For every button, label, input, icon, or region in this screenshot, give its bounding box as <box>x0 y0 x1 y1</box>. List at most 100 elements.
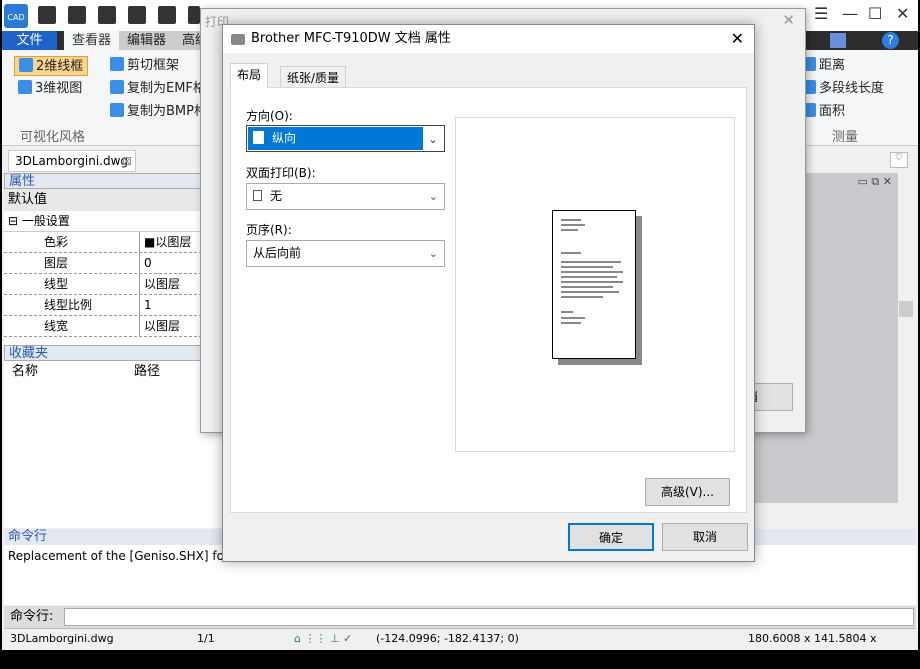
document-tab-label: 3DLamborgini.dwg <box>15 154 129 168</box>
property-row[interactable]: 线型比例 1 <box>4 295 222 316</box>
label: 面积 <box>819 104 846 119</box>
label: 3维视图 <box>35 81 83 96</box>
duplex-select[interactable]: 无 ⌄ <box>246 183 445 210</box>
distance-button[interactable]: 距离 <box>802 56 845 76</box>
column-path[interactable]: 路径 <box>128 361 160 383</box>
tab-editor[interactable]: 编辑器 <box>119 31 175 50</box>
pdf-icon[interactable] <box>128 6 146 24</box>
page-order-value: 从后向前 <box>253 246 302 260</box>
properties-panel: 属性 默认值 ⊟ 一般设置 色彩 ■以图层 图层 0 线型 以图层 线型比例 1 线宽以… <box>4 173 222 528</box>
property-row[interactable]: 色彩 ■以图层 <box>4 232 222 253</box>
polyline-length-button[interactable]: 多段线长度 <box>802 79 884 99</box>
section-general[interactable]: ⊟ 一般设置 <box>4 211 222 232</box>
dialog-title-bar: Brother MFC-T910DW 文档 属性 ✕ <box>223 25 754 53</box>
chevron-down-icon: ⌄ <box>428 247 438 260</box>
label: 剪切框架 <box>127 58 180 73</box>
label: 复制为BMP格 <box>127 104 207 119</box>
default-values-select[interactable]: 默认值 <box>4 189 222 211</box>
undo-icon[interactable] <box>188 6 200 24</box>
property-value: 以图层 <box>144 277 181 291</box>
properties-header: 属性 <box>4 173 222 189</box>
tab-paper-quality[interactable]: 纸张/质量 <box>280 66 347 88</box>
property-value: ■以图层 <box>144 235 192 249</box>
command-label: 命令行: <box>10 609 54 624</box>
3d-view-button[interactable]: 3维视图 <box>18 79 82 99</box>
status-file: 3DLamborgini.dwg <box>10 632 114 645</box>
open-folder-icon[interactable] <box>68 6 86 24</box>
property-row[interactable]: 线型 以图层 <box>4 274 222 295</box>
label: 复制为EMF格 <box>127 81 206 96</box>
favorites-columns: 名称 路径 <box>4 361 222 383</box>
clip-frame-button[interactable]: 剪切框架 <box>110 56 179 76</box>
help-icon[interactable]: ? <box>882 32 899 49</box>
save-icon[interactable] <box>98 6 116 24</box>
tab-file[interactable]: 文件 <box>2 31 57 50</box>
orientation-select[interactable]: 纵向 ⌄ <box>246 125 445 152</box>
ok-button[interactable]: 确定 <box>568 523 654 551</box>
minimize-button[interactable]: — <box>842 4 858 23</box>
page-order-select[interactable]: 从后向前 ⌄ <box>246 240 445 267</box>
orientation-value: 纵向 <box>272 131 297 145</box>
command-input-row: 命令行: <box>4 606 916 628</box>
page-preview <box>455 117 735 452</box>
cancel-button[interactable]: 取消 <box>662 523 748 551</box>
label: 多段线长度 <box>819 81 885 96</box>
vertical-scrollbar[interactable] <box>898 173 914 520</box>
property-key: 线型比例 <box>4 295 140 315</box>
portrait-icon <box>253 131 264 144</box>
property-key: 图层 <box>4 253 140 273</box>
group-label-measure: 测量 <box>832 130 859 145</box>
property-row[interactable]: 线宽 以图层 <box>4 316 222 337</box>
status-coords: (-124.0996; -182.4137; 0) <box>376 632 519 645</box>
close-tab-icon[interactable]: ⊠ <box>122 151 132 171</box>
chevron-down-icon: ⌄ <box>423 127 443 150</box>
column-name[interactable]: 名称 <box>4 361 128 383</box>
orientation-label: 方向(O): <box>246 109 293 123</box>
copy-bmp-button[interactable]: 复制为BMP格 <box>110 102 207 122</box>
maximize-button[interactable]: ☐ <box>868 4 882 23</box>
advanced-button[interactable]: 高级(V)... <box>645 478 730 506</box>
2d-wireframe-button[interactable]: 2维线框 <box>14 56 89 76</box>
tab-viewer[interactable]: 查看器 <box>64 31 120 50</box>
label: 距离 <box>819 58 846 73</box>
label: 2维线框 <box>36 59 84 74</box>
property-key: 线宽 <box>4 316 140 336</box>
edit-icon[interactable] <box>830 33 846 48</box>
status-size: 180.6008 x 141.5804 x 173.8424 <box>748 632 877 665</box>
status-page: 1/1 <box>197 632 215 645</box>
snap-icons[interactable]: ⌂ ⋮⋮ ⊥ ✓ <box>294 629 352 649</box>
property-value: 0 <box>144 256 152 270</box>
preview-page <box>552 210 636 359</box>
favorites-header: 收藏夹 <box>4 345 222 361</box>
status-bar: 3DLamborgini.dwg 1/1 ⌂ ⋮⋮ ⊥ ✓ (-124.0996… <box>4 628 916 665</box>
section-label: 一般设置 <box>21 214 70 228</box>
close-button[interactable]: ✕ <box>896 4 909 23</box>
new-file-icon[interactable] <box>38 6 56 24</box>
dialog-title: Brother MFC-T910DW 文档 属性 <box>251 31 451 46</box>
chevron-down-icon: ⌄ <box>428 190 438 203</box>
printer-icon <box>231 34 245 45</box>
printer-properties-dialog: Brother MFC-T910DW 文档 属性 ✕ 布局 纸张/质量 方向(O… <box>222 24 755 562</box>
duplex-label: 双面打印(B): <box>246 166 316 180</box>
menu-icon[interactable]: ☰ <box>814 4 828 23</box>
tab-layout[interactable]: 布局 <box>230 63 269 88</box>
page-order-label: 页序(R): <box>246 223 292 237</box>
command-input[interactable] <box>64 608 914 626</box>
print-icon[interactable] <box>158 6 176 24</box>
property-row[interactable]: 图层 0 <box>4 253 222 274</box>
page-icon <box>253 190 262 201</box>
scroll-thumb[interactable] <box>899 301 913 317</box>
layout-panel: 方向(O): 纵向 ⌄ 双面打印(B): 无 ⌄ 页序(R): 从后向前 ⌄ 高级(V… <box>230 87 747 513</box>
property-value: 以图层 <box>144 319 181 333</box>
property-key: 色彩 <box>4 232 140 252</box>
area-button[interactable]: 面积 <box>802 102 845 122</box>
document-tab[interactable]: 3DLamborgini.dwg ⊠ <box>8 150 136 172</box>
dialog-close-button[interactable]: ✕ <box>731 25 744 53</box>
duplex-value: 无 <box>270 189 283 203</box>
property-value: 1 <box>144 298 152 312</box>
close-icon[interactable]: ✕ <box>782 11 795 29</box>
viewport-controls-icon[interactable]: ▭ ⧉ ✕ <box>858 175 892 189</box>
expand-icon[interactable]: ♡ <box>890 152 908 168</box>
group-label-visual-style: 可视化风格 <box>20 130 86 145</box>
copy-emf-button[interactable]: 复制为EMF格 <box>110 79 206 99</box>
